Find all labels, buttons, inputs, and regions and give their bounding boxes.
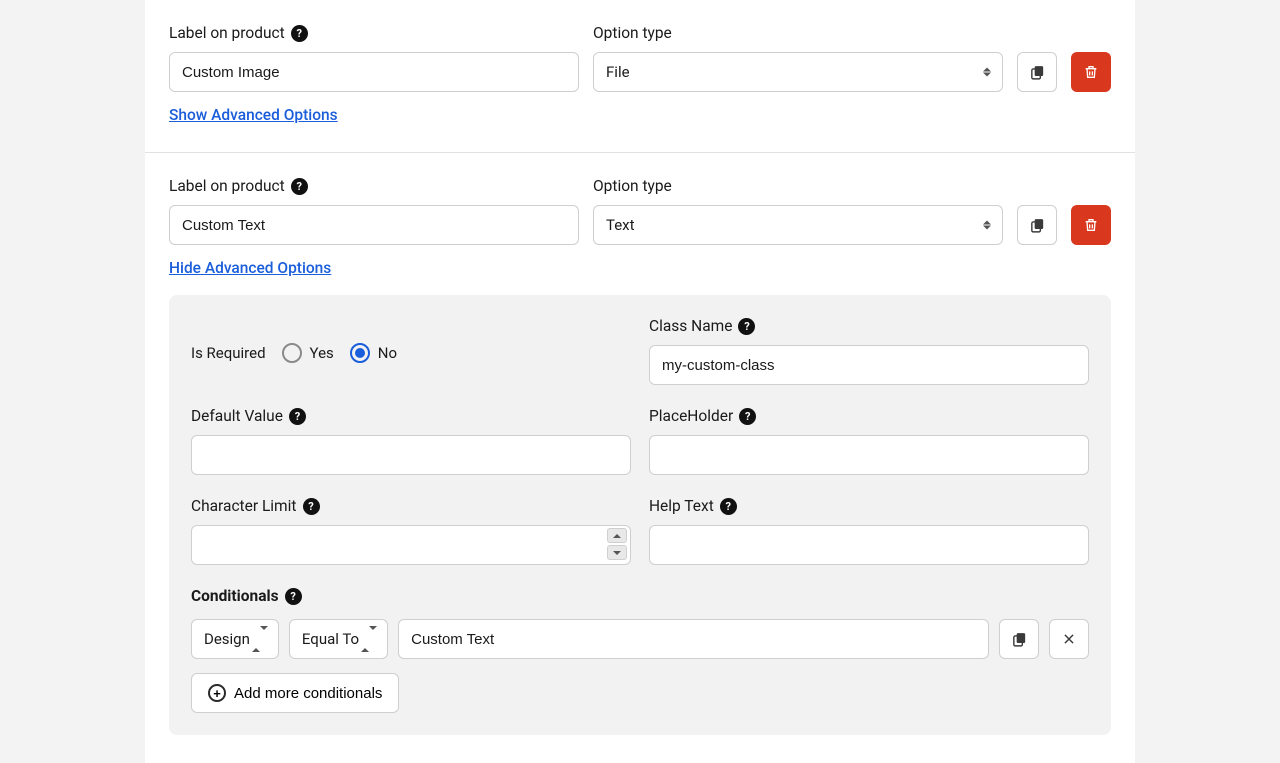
label-on-product-label: Label on product ? [169, 24, 579, 42]
delete-button[interactable] [1071, 52, 1111, 92]
add-conditional-button[interactable]: + Add more conditionals [191, 673, 399, 713]
option-block-2: Label on product ? Option type Text [145, 177, 1135, 763]
is-required-no-radio[interactable]: No [350, 343, 397, 363]
plus-circle-icon: + [208, 684, 226, 702]
conditional-operator-select[interactable]: Equal To [289, 619, 388, 659]
conditional-value-input[interactable] [398, 619, 989, 659]
option-type-label: Option type [593, 24, 1003, 42]
class-name-label: Class Name ? [649, 317, 1089, 335]
option-type-select[interactable]: File [593, 52, 1003, 92]
label-input[interactable] [169, 205, 579, 245]
hide-advanced-link[interactable]: Hide Advanced Options [169, 259, 331, 277]
is-required-label: Is Required [191, 344, 266, 362]
option-type-select[interactable]: Text [593, 205, 1003, 245]
label-on-product-label: Label on product ? [169, 177, 579, 195]
default-value-label: Default Value ? [191, 407, 631, 425]
trash-icon [1083, 217, 1099, 233]
advanced-panel: Is Required Yes No Class Name [169, 295, 1111, 735]
chevron-up-icon [613, 534, 621, 538]
help-text-input[interactable] [649, 525, 1089, 565]
stepper-up[interactable] [607, 528, 627, 543]
options-editor: Label on product ? Option type File [145, 0, 1135, 763]
help-text-label: Help Text ? [649, 497, 1089, 515]
label-input[interactable] [169, 52, 579, 92]
help-icon[interactable]: ? [738, 318, 755, 335]
help-icon[interactable]: ? [720, 498, 737, 515]
placeholder-input[interactable] [649, 435, 1089, 475]
close-icon [1062, 632, 1076, 646]
placeholder-label: PlaceHolder ? [649, 407, 1089, 425]
conditionals-label: Conditionals ? [191, 587, 1089, 605]
class-name-input[interactable] [649, 345, 1089, 385]
chevron-sort-icon [361, 630, 377, 648]
copy-icon [1011, 631, 1028, 648]
character-limit-input[interactable] [191, 525, 631, 565]
delete-button[interactable] [1071, 205, 1111, 245]
help-icon[interactable]: ? [739, 408, 756, 425]
help-icon[interactable]: ? [291, 178, 308, 195]
conditional-remove-button[interactable] [1049, 619, 1089, 659]
help-icon[interactable]: ? [303, 498, 320, 515]
option-type-label: Option type [593, 177, 1003, 195]
help-icon[interactable]: ? [289, 408, 306, 425]
duplicate-button[interactable] [1017, 52, 1057, 92]
chevron-down-icon [613, 551, 621, 555]
character-limit-label: Character Limit ? [191, 497, 631, 515]
option-block-1: Label on product ? Option type File [145, 24, 1135, 153]
stepper-down[interactable] [607, 545, 627, 560]
conditional-duplicate-button[interactable] [999, 619, 1039, 659]
help-icon[interactable]: ? [291, 25, 308, 42]
conditional-field-select[interactable]: Design [191, 619, 279, 659]
help-icon[interactable]: ? [285, 588, 302, 605]
copy-icon [1029, 64, 1046, 81]
duplicate-button[interactable] [1017, 205, 1057, 245]
chevron-sort-icon [252, 630, 268, 648]
show-advanced-link[interactable]: Show Advanced Options [169, 106, 338, 124]
copy-icon [1029, 217, 1046, 234]
is-required-yes-radio[interactable]: Yes [282, 343, 334, 363]
trash-icon [1083, 64, 1099, 80]
default-value-input[interactable] [191, 435, 631, 475]
